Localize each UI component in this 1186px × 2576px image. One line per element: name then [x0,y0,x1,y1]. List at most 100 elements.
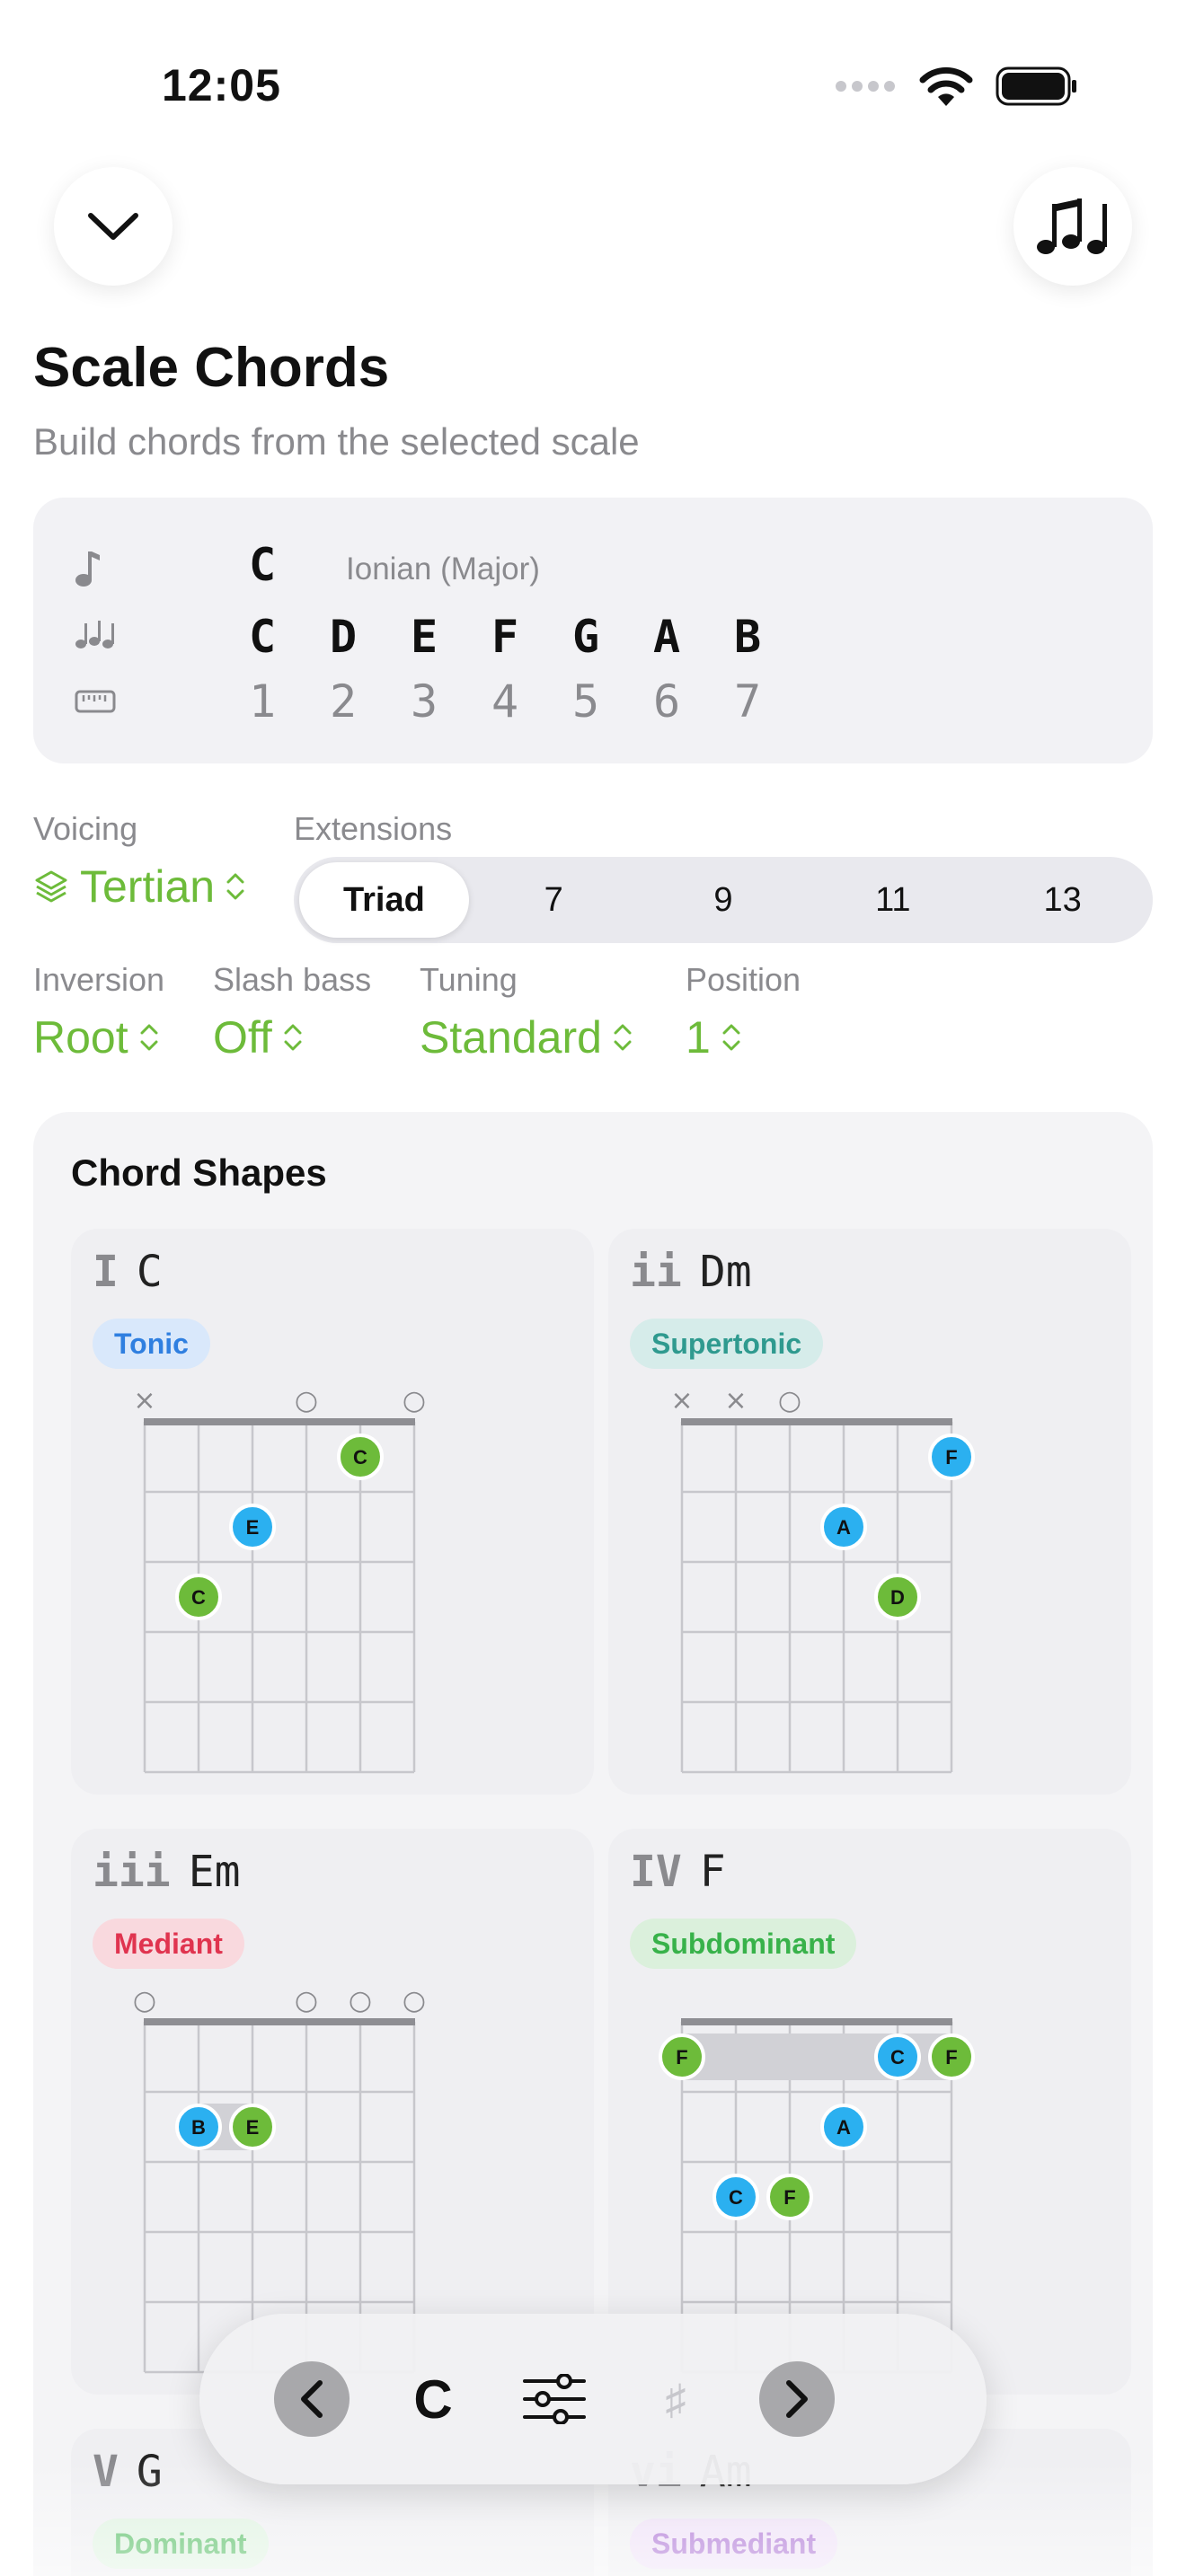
open-string-marker: ○ [403,1985,426,2016]
scale-degree: 4 [491,675,519,728]
voicing-label: Voicing [33,810,138,847]
inversion-label: Inversion [33,961,165,998]
chord-name: G [136,2447,163,2497]
nut [681,2018,952,2025]
scale-degree: 5 [572,675,600,728]
finger-dot-label: E [246,1516,260,1539]
finger-dot-label: C [729,2186,743,2209]
position-value: 1 [686,1012,711,1063]
previous-button[interactable] [274,2361,350,2437]
status-time: 12:05 [162,60,281,110]
finger-dot-label: F [945,2046,957,2069]
music-notes-button[interactable] [1013,167,1132,286]
finger-dot-label: F [783,2186,795,2209]
chord-card-ii[interactable]: ii Dm Supertonic × × ○ F A D [608,1229,1131,1795]
finger-dot-label: C [890,2046,905,2069]
sliders-icon [523,2374,586,2424]
page-title: Scale Chords [33,337,390,399]
extension-option-9[interactable]: 9 [639,862,809,938]
scale-mode: Ionian (Major) [346,551,540,587]
finger-dot-label: C [191,1586,206,1609]
open-string-marker: ○ [349,1985,372,2016]
layers-icon [35,870,67,903]
slash-bass-picker[interactable]: Off [213,1011,303,1063]
chord-card-i[interactable]: I C Tonic × ○ ○ C E C [71,1229,594,1795]
extension-option-11[interactable]: 11 [808,862,978,938]
scale-degree: 2 [330,675,358,728]
status-icons [834,65,1078,108]
scale-note: G [572,611,600,663]
extensions-segmented-control: Triad 7 9 11 13 [294,857,1153,943]
chevron-down-icon [88,213,138,240]
open-string-marker: ○ [295,1385,318,1416]
inversion-value: Root [33,1012,128,1063]
chord-diagram: F C F A C F [659,2018,975,2374]
scale-note: E [411,611,438,663]
finger-dot-label: C [353,1446,367,1469]
scale-degree: 7 [734,675,762,728]
finger-dot-label: B [191,2116,206,2139]
finger-dot-label: A [836,2116,851,2139]
chevron-right-icon [786,2380,808,2418]
muted-string-marker: × [724,1385,747,1416]
finger-dot-label: E [246,2116,260,2139]
extension-option-13[interactable]: 13 [978,862,1147,938]
chord-card-iv[interactable]: IV F Subdominant FCFACF [608,1829,1131,2395]
voicing-picker[interactable]: Tertian [33,860,245,913]
sharp-toggle[interactable]: ♯ [638,2361,713,2437]
chevron-up-down-icon [614,1024,632,1051]
muted-string-marker: × [133,1385,155,1416]
status-bar: 12:05 [0,0,1186,171]
position-picker[interactable]: 1 [686,1011,741,1063]
chevron-left-icon [301,2380,323,2418]
extension-option-triad[interactable]: Triad [299,862,469,938]
muted-string-marker: × [670,1385,693,1416]
scale-notes-icon [75,621,114,648]
nut [144,2018,415,2025]
scale-root: C [249,539,277,591]
cellular-signal-icon [836,81,895,92]
scale-note: D [330,611,358,663]
chevron-up-down-icon [722,1024,740,1051]
wifi-icon [919,66,973,106]
nut [681,1418,952,1425]
scale-degree: 1 [249,675,277,728]
inversion-picker[interactable]: Root [33,1011,159,1063]
scale-degrees-row: 1 2 3 4 5 6 7 [249,675,815,728]
scale-note: A [653,611,681,663]
open-string-marker: ○ [295,1985,318,2016]
finger-dot-label: F [676,2046,687,2069]
collapse-button[interactable] [54,167,173,286]
ruler-icon [75,690,116,713]
scale-degree: 6 [653,675,681,728]
chord-numeral: V [93,2447,119,2497]
music-note-icon [75,551,100,587]
tuning-value: Standard [420,1012,602,1063]
settings-button[interactable] [517,2361,592,2437]
chord-card-iii[interactable]: iii Em Mediant ○ ○ ○ ○ B E [71,1829,594,2395]
chord-heading: V G [93,2447,163,2497]
chevron-up-down-icon [226,873,244,900]
chord-diagram: ○ ○ ○ ○ B E [133,1985,426,2374]
scale-degree: 3 [411,675,438,728]
chevron-up-down-icon [140,1024,158,1051]
slash-bass-value: Off [213,1012,272,1063]
root-note-button[interactable]: C [395,2361,471,2437]
scale-card[interactable]: C Ionian (Major) C D E F G A B 1 2 3 4 5… [33,498,1153,763]
next-button[interactable] [759,2361,835,2437]
voicing-value: Tertian [80,861,216,912]
finger-dot-label: A [836,1516,851,1539]
scale-note: B [734,611,762,663]
nut [144,1418,415,1425]
position-label: Position [686,961,801,998]
open-string-marker: ○ [778,1385,801,1416]
finger-dot-label: F [945,1446,957,1469]
chord-diagram: × × ○ F A D [670,1385,975,1774]
chord-function-badge: Dominant [93,2519,269,2569]
chevron-up-down-icon [284,1024,302,1051]
scale-note: F [491,611,519,663]
bottom-toolbar: C ♯ [199,2314,987,2484]
music-notes-icon [1037,198,1107,254]
tuning-picker[interactable]: Standard [420,1011,633,1063]
extension-option-7[interactable]: 7 [469,862,639,938]
